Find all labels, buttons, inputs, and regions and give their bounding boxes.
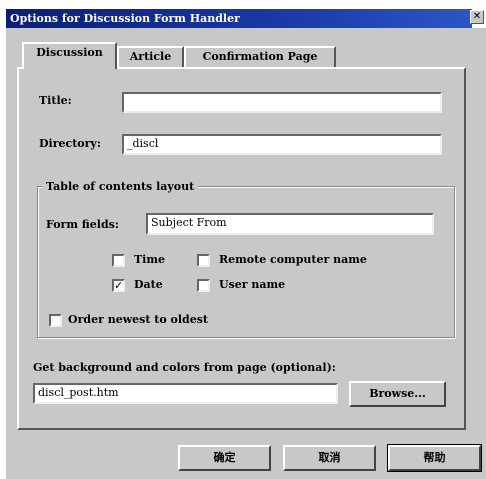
browse-button-label: Browse... — [369, 387, 426, 400]
order-newest-label: Order newest to oldest — [68, 313, 208, 326]
date-check-icon: ✓ — [114, 279, 124, 292]
background-page-input[interactable]: discl_post.htm — [33, 383, 338, 404]
tab-discussion-label: Discussion — [36, 46, 103, 59]
close-icon: ✕ — [472, 11, 482, 22]
time-checkbox[interactable] — [112, 254, 125, 267]
tab-discussion[interactable]: Discussion — [22, 42, 117, 69]
time-label: Time — [134, 253, 166, 266]
date-checkbox[interactable]: ✓ — [112, 279, 125, 292]
remote-computer-name-checkbox[interactable] — [197, 254, 210, 267]
browse-button[interactable]: Browse... — [349, 381, 446, 407]
tab-confirmation-label: Confirmation Page — [202, 50, 318, 63]
title-bar: Options for Discussion Form Handler — [6, 9, 472, 28]
help-button-label: 帮助 — [423, 451, 446, 464]
toc-layout-group-label: Table of contents layout — [42, 180, 199, 193]
remote-computer-name-label: Remote computer name — [219, 253, 367, 266]
form-fields-label: Form fields: — [46, 218, 119, 231]
ok-button[interactable]: 确定 — [178, 445, 271, 471]
window-title: Options for Discussion Form Handler — [10, 12, 240, 25]
title-label: Title: — [39, 94, 72, 107]
user-name-label: User name — [219, 278, 286, 291]
tab-article-label: Article — [129, 50, 172, 63]
cancel-button[interactable]: 取消 — [283, 445, 376, 471]
cancel-button-label: 取消 — [318, 451, 341, 464]
user-name-checkbox[interactable] — [197, 279, 210, 292]
options-dialog: Options for Discussion Form Handler ✕ Di… — [0, 0, 486, 479]
tab-confirmation-page[interactable]: Confirmation Page — [184, 46, 336, 67]
directory-input[interactable]: _discl — [122, 134, 442, 155]
order-newest-checkbox[interactable] — [49, 314, 62, 327]
form-fields-input[interactable]: Subject From — [146, 213, 434, 235]
help-button[interactable]: 帮助 — [387, 444, 482, 472]
title-input[interactable] — [122, 92, 442, 113]
date-label: Date — [134, 278, 163, 291]
background-page-label: Get background and colors from page (opt… — [33, 361, 336, 374]
ok-button-label: 确定 — [213, 451, 236, 464]
tab-article[interactable]: Article — [117, 46, 184, 67]
directory-label: Directory: — [39, 137, 101, 150]
close-button[interactable]: ✕ — [470, 10, 484, 24]
